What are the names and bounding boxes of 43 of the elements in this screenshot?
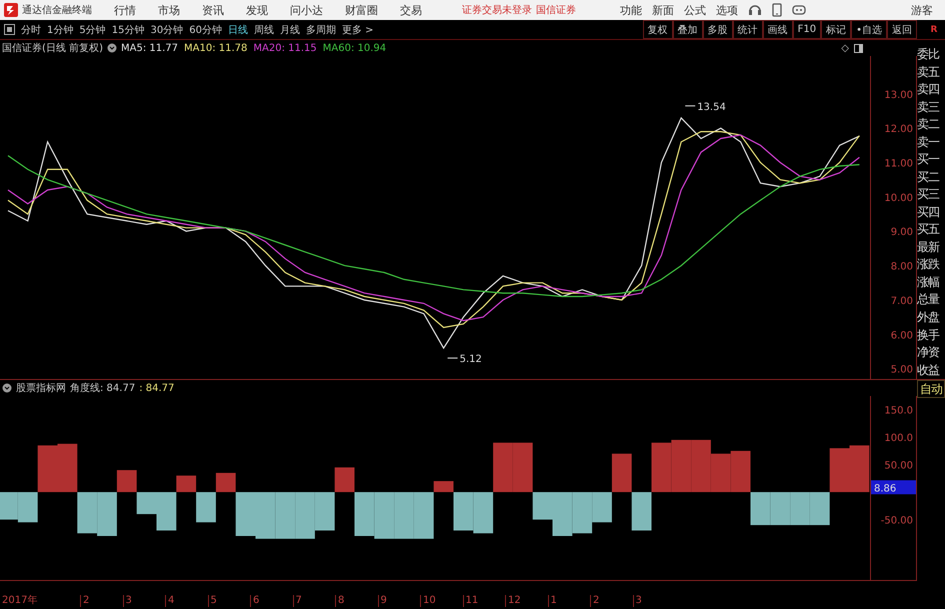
current-value-label: 8.86 xyxy=(871,480,916,494)
date-label: 6 xyxy=(250,595,292,607)
date-label: 2017年 xyxy=(1,595,38,607)
date-label: 3 xyxy=(632,595,675,607)
legend-label: MA5: 11.77 xyxy=(120,42,178,54)
date-label: 8 xyxy=(335,595,378,607)
date-label: 9 xyxy=(378,595,420,607)
date-label: 11 xyxy=(462,595,505,607)
indicator-reading: 角度线: 84.77 xyxy=(70,382,136,395)
date-label: 1 xyxy=(548,595,590,607)
axis-tick-label: 7.00 xyxy=(890,296,913,307)
date-label: 10 xyxy=(420,595,462,607)
axis-tick-label: 13.00 xyxy=(884,90,913,101)
axis-tick-label: -50.00 xyxy=(880,516,913,527)
legend-label: MA10: 11.78 xyxy=(184,42,248,54)
axis-tick-label: 6.00 xyxy=(890,330,913,342)
legend-label: MA20: 11.15 xyxy=(253,42,317,54)
date-label: 5 xyxy=(208,595,250,607)
date-label: 2 xyxy=(80,595,122,607)
date-label: 2 xyxy=(590,595,632,607)
axis-tick-label: 150.0 xyxy=(884,406,913,417)
corner-label: R xyxy=(930,24,938,34)
axis-tick-label: 12.00 xyxy=(884,124,913,136)
axis-tick-label: 100.0 xyxy=(884,433,913,444)
indicator-title: 股票指标网 xyxy=(16,382,66,395)
annotation: 13.54 xyxy=(697,102,726,113)
date-label: 7 xyxy=(292,595,335,607)
price-extreme-label: 13.54 xyxy=(684,102,726,113)
date-label: 4 xyxy=(165,595,208,607)
axis-tick-label: 10.00 xyxy=(884,192,913,204)
legend-label: MA60: 10.94 xyxy=(322,42,386,54)
app-title: 通达信金融终端 xyxy=(22,4,92,17)
axis-tick-label: 9.00 xyxy=(890,227,913,238)
annotation: 5.12 xyxy=(460,354,482,366)
price-extreme-label: 5.12 xyxy=(447,354,482,366)
indicator-reading: : 84.77 xyxy=(139,382,174,394)
axis-tick-label: 11.00 xyxy=(884,158,913,170)
axis-tick-label: 5.00 xyxy=(890,364,913,376)
date-label: 12 xyxy=(505,595,548,607)
axis-tick-label: 50.00 xyxy=(884,460,913,472)
stock-title: 国信证券(日线 前复权) xyxy=(2,42,103,55)
axis-tick-label: 8.00 xyxy=(890,262,913,273)
date-label: 3 xyxy=(122,595,165,607)
